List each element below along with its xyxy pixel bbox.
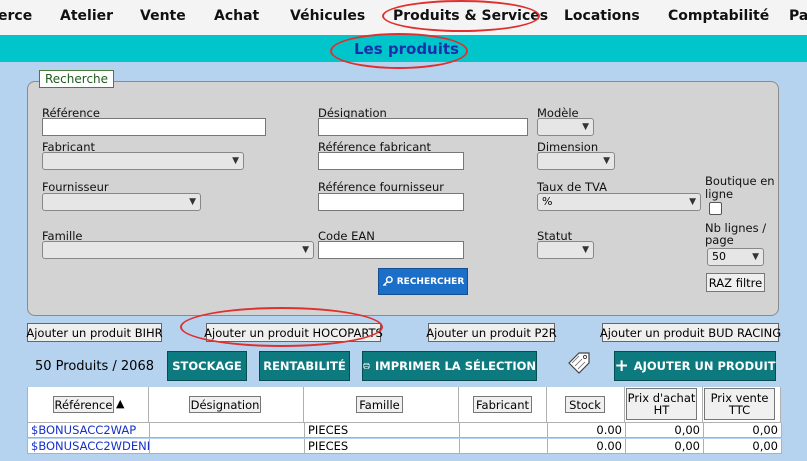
modele-select[interactable]: ▼: [537, 118, 594, 136]
chevron-down-icon: ▼: [302, 245, 309, 255]
sort-fabricant-button[interactable]: Fabricant: [473, 396, 532, 413]
add-hocoparts-button[interactable]: Ajouter un produit HOCOPARTS: [204, 323, 383, 342]
search-button[interactable]: RECHERCHER: [378, 268, 468, 295]
search-legend: Recherche: [39, 70, 115, 88]
cell-prix-vente: 0,00: [704, 439, 782, 454]
cell-fabricant: [460, 439, 548, 454]
label-reference-fournisseur: Référence fournisseur: [318, 180, 445, 194]
nav-item-produits-services[interactable]: Produits & Services: [393, 8, 548, 24]
reset-filter-button[interactable]: RAZ filtre: [706, 273, 765, 292]
sort-ascending-icon: ▲: [116, 397, 125, 410]
top-nav: erce Atelier Vente Achat Véhicules Produ…: [0, 0, 807, 35]
search-button-label: RECHERCHER: [396, 276, 465, 287]
header-reference: Référence ▲: [27, 387, 149, 423]
print-selection-button[interactable]: IMPRIMER LA SÉLECTION: [362, 351, 537, 381]
chevron-down-icon: ▼: [582, 122, 589, 132]
fabricant-select[interactable]: ▼: [42, 152, 244, 170]
reference-fabricant-input[interactable]: [318, 152, 464, 170]
nb-lignes-value: 50: [712, 250, 726, 263]
cell-prix-vente: 0,00: [704, 423, 782, 438]
nav-item-commerce[interactable]: erce: [0, 8, 32, 24]
rentabilite-button[interactable]: RENTABILITÉ: [259, 351, 350, 381]
fournisseur-select[interactable]: ▼: [42, 193, 201, 211]
label-taux-tva: Taux de TVA: [537, 180, 607, 194]
printer-icon: [363, 362, 371, 370]
header-famille: Famille: [304, 387, 459, 423]
nav-item-achat[interactable]: Achat: [214, 8, 259, 24]
chevron-down-icon: ▼: [582, 245, 589, 255]
taux-tva-select[interactable]: % ▼: [537, 193, 701, 211]
cell-prix-achat: 0,00: [626, 423, 704, 438]
cell-reference[interactable]: $BONUSACC2WDENI: [28, 439, 150, 454]
plus-icon: +: [614, 356, 629, 376]
page-title: Les produits: [354, 40, 459, 58]
label-boutique-en-ligne: Boutique en ligne: [705, 174, 775, 201]
stockage-button[interactable]: STOCKAGE: [167, 351, 247, 381]
dimension-select[interactable]: ▼: [537, 152, 615, 170]
boutique-checkbox[interactable]: [709, 202, 722, 215]
nav-item-vente[interactable]: Vente: [140, 8, 186, 24]
header-stock: Stock: [547, 387, 625, 423]
sort-prix-vente-button[interactable]: Prix vente TTC: [704, 388, 775, 420]
label-nb-lignes: Nb lignes / page: [705, 221, 767, 247]
nb-lignes-select[interactable]: 50 ▼: [707, 248, 764, 266]
sort-prix-achat-button[interactable]: Prix d'achat HT: [626, 388, 697, 420]
cell-prix-achat: 0,00: [626, 439, 704, 454]
table-row: $BONUSACC2WAP PIECES 0.00 0,00 0,00: [27, 423, 782, 438]
add-bihr-button[interactable]: Ajouter un produit BIHR: [26, 323, 163, 342]
nav-item-atelier[interactable]: Atelier: [60, 8, 113, 24]
chevron-down-icon: ▼: [189, 197, 196, 207]
sort-reference-button[interactable]: Référence: [53, 396, 114, 413]
cell-reference[interactable]: $BONUSACC2WAP: [28, 423, 150, 438]
product-count: 50 Produits / 2068: [35, 359, 154, 374]
reference-input[interactable]: [42, 118, 266, 136]
header-designation: Désignation: [149, 387, 304, 423]
chevron-down-icon: ▼: [603, 156, 610, 166]
nav-item-locations[interactable]: Locations: [564, 8, 640, 24]
statut-select[interactable]: ▼: [537, 241, 594, 259]
key-search-icon: [382, 276, 393, 287]
label-fournisseur: Fournisseur: [42, 180, 109, 194]
code-ean-input[interactable]: [318, 241, 464, 259]
header-prix-achat: Prix d'achat HT: [625, 387, 703, 423]
cell-fabricant: [460, 423, 548, 438]
nav-item-vehicules[interactable]: Véhicules: [290, 8, 365, 24]
taux-tva-value: %: [542, 195, 553, 208]
header-prix-vente: Prix vente TTC: [703, 387, 781, 423]
cell-designation: [150, 439, 305, 454]
chevron-down-icon: ▼: [689, 197, 696, 207]
table-row: $BONUSACC2WDENI PIECES 0.00 0,00 0,00: [27, 439, 782, 454]
designation-input[interactable]: [318, 118, 528, 136]
print-selection-label: IMPRIMER LA SÉLECTION: [375, 359, 536, 373]
cell-stock: 0.00: [548, 423, 626, 438]
nav-item-comptabilite[interactable]: Comptabilité: [668, 8, 769, 24]
cell-famille: PIECES: [305, 423, 460, 438]
chevron-down-icon: ▼: [752, 252, 759, 262]
price-tag-icon[interactable]: [566, 351, 592, 375]
cell-designation: [150, 423, 305, 438]
sort-famille-button[interactable]: Famille: [356, 396, 403, 413]
add-bud-racing-button[interactable]: Ajouter un produit BUD RACING: [600, 323, 781, 342]
add-product-button[interactable]: + AJOUTER UN PRODUIT: [614, 351, 776, 381]
add-product-label: AJOUTER UN PRODUIT: [633, 359, 776, 373]
reference-fournisseur-input[interactable]: [318, 193, 464, 211]
cell-famille: PIECES: [305, 439, 460, 454]
famille-select[interactable]: ▼: [42, 241, 314, 259]
sort-designation-button[interactable]: Désignation: [189, 396, 261, 413]
nav-item-partial[interactable]: Pa: [789, 8, 807, 24]
chevron-down-icon: ▼: [232, 156, 239, 166]
header-fabricant: Fabricant: [459, 387, 547, 423]
sort-stock-button[interactable]: Stock: [565, 396, 605, 413]
cell-stock: 0.00: [548, 439, 626, 454]
add-p2r-button[interactable]: Ajouter un produit P2R: [426, 323, 557, 342]
